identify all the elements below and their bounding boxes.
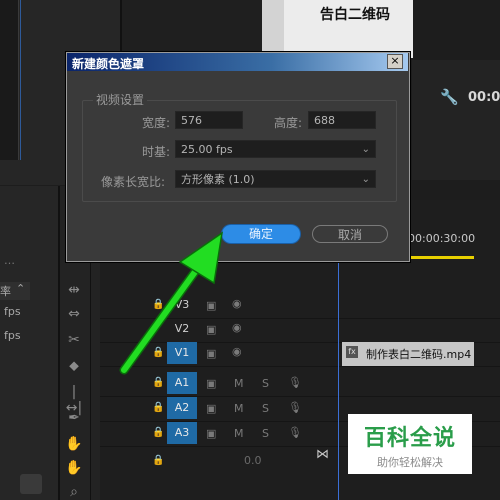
close-icon[interactable]: × [387,54,403,69]
track-toggle-a1[interactable]: A1 [167,372,197,394]
column-header-label: 率 [0,285,11,298]
watermark-tagline: 助你轻松解决 [377,456,443,469]
preview-title: 告白二维码 [320,7,390,23]
watermark-brand: 百科全说 [363,426,456,451]
column-header[interactable]: 率 ⌃ [0,282,30,300]
film-icon[interactable]: ▣ [206,299,216,312]
track-toggle-a3[interactable]: A3 [167,422,197,444]
group-label: 视频设置 [93,91,148,108]
lock-icon[interactable]: 🔒 [152,299,164,310]
solo-button[interactable]: S [262,402,269,415]
zoom-icon[interactable]: ⌕ [64,484,84,500]
ripple-edit-icon[interactable]: ⇔ [64,306,84,322]
mic-icon[interactable]: 🎙 [288,426,302,439]
playhead[interactable] [338,240,339,500]
track-toggle-a2[interactable]: A2 [167,397,197,419]
sync-lock-icon[interactable]: ▣ [206,377,216,390]
ok-button[interactable]: 确定 [222,225,300,243]
fx-badge: fx [346,346,358,358]
pixel-aspect-label: 像素长宽比: [101,175,166,189]
eye-icon[interactable]: ◉ [232,321,242,334]
eye-icon[interactable]: ◉ [232,297,242,310]
mute-button[interactable]: M [234,377,244,390]
mute-button[interactable]: M [234,427,244,440]
lock-icon[interactable]: 🔒 [152,427,164,438]
project-panel [0,186,60,500]
width-field[interactable]: 576 [175,111,243,129]
timebase-select[interactable]: 25.00 fps ⌄ [175,140,376,158]
video-clip[interactable]: 制作表白二维码.mp4 [342,342,474,366]
wrench-icon[interactable]: 🔧 [440,88,459,106]
hand-icon[interactable]: ✋ [64,436,84,452]
slip-icon[interactable]: ⬥ [64,358,84,374]
source-panel-marker [20,0,21,160]
timebase-value: 25.00 fps [181,143,233,156]
solo-button[interactable]: S [262,377,269,390]
mute-button[interactable]: M [234,402,244,415]
preview-card-strip [262,0,284,58]
clip-label: 制作表白二维码.mp4 [366,348,472,361]
track-toggle-v3[interactable]: V3 [167,294,197,316]
mic-icon[interactable]: 🎙 [288,401,302,414]
lock-icon[interactable]: 🔒 [152,377,164,388]
film-icon[interactable]: ▣ [206,347,216,360]
film-icon[interactable]: ▣ [206,323,216,336]
cancel-button[interactable]: 取消 [312,225,388,243]
lock-icon[interactable]: 🔒 [152,402,164,413]
pen-icon[interactable]: ✒ [64,410,84,426]
track-row [100,318,500,343]
width-label: 宽度: [142,116,171,130]
dialog-title: 新建颜色遮罩 [72,57,145,71]
sort-up-icon[interactable]: ⌃ [16,282,25,295]
lock-icon[interactable]: 🔒 [152,347,164,358]
ellipsis-icon[interactable]: … [4,254,15,267]
track-toggle-v1[interactable]: V1 [167,342,197,364]
eye-icon[interactable]: ◉ [232,345,242,358]
pixel-aspect-value: 方形像素 (1.0) [181,173,255,186]
sync-lock-icon[interactable]: ▣ [206,427,216,440]
master-volume-value[interactable]: 0.0 [244,454,262,467]
list-item: fps [4,305,21,318]
hand-icon[interactable]: ✋ [64,460,84,476]
source-panel-gutter [0,0,19,160]
lock-icon[interactable]: 🔒 [152,455,164,466]
work-area-bar[interactable] [408,256,474,259]
height-label: 高度: [274,116,303,130]
pixel-aspect-select[interactable]: 方形像素 (1.0) ⌄ [175,170,376,188]
track-select-icon[interactable]: ⇹ [64,282,84,298]
mic-icon[interactable]: 🎙 [288,376,302,389]
chevron-down-icon: ⌄ [361,144,370,155]
razor-icon[interactable]: ✂ [64,332,84,348]
height-field[interactable]: 688 [308,111,376,129]
sync-lock-icon[interactable]: ▣ [206,402,216,415]
new-item-button[interactable] [20,474,42,494]
program-timecode: 00:00 [468,90,500,105]
ruler-timecode: 00:00:30:00 [408,232,476,245]
list-item: fps [4,329,21,342]
track-toggle-v2[interactable]: V2 [167,318,197,340]
timebase-label: 时基: [142,145,171,159]
bowtie-icon[interactable]: ⋈ [316,447,329,462]
program-toolbar [412,60,500,180]
chevron-down-icon: ⌄ [361,174,370,185]
solo-button[interactable]: S [262,427,269,440]
